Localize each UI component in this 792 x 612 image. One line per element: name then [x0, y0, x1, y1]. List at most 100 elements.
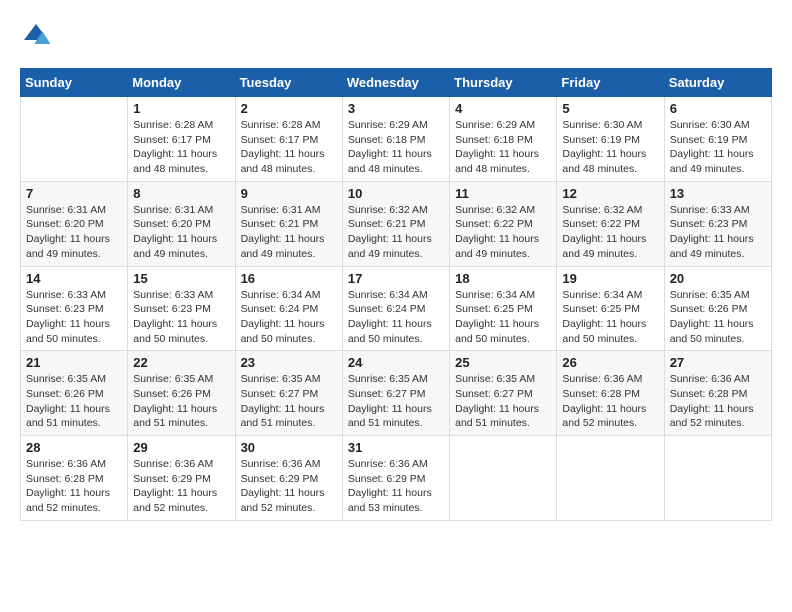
day-number: 23	[241, 355, 337, 370]
day-number: 2	[241, 101, 337, 116]
day-number: 16	[241, 271, 337, 286]
calendar-cell: 26Sunrise: 6:36 AMSunset: 6:28 PMDayligh…	[557, 351, 664, 436]
calendar-cell: 20Sunrise: 6:35 AMSunset: 6:26 PMDayligh…	[664, 266, 771, 351]
day-number: 9	[241, 186, 337, 201]
calendar-cell: 27 Sunrise: 6:36 AMSunset: 6:28 PMDayligh…	[664, 351, 771, 436]
calendar-week-4: 21Sunrise: 6:35 AMSunset: 6:26 PMDayligh…	[21, 351, 772, 436]
day-info: Sunrise: 6:32 AMSunset: 6:22 PMDaylight:…	[562, 203, 658, 262]
col-header-saturday: Saturday	[664, 69, 771, 97]
day-number: 22	[133, 355, 229, 370]
day-number: 25	[455, 355, 551, 370]
calendar-cell: 7 Sunrise: 6:31 AMSunset: 6:20 PMDaylight…	[21, 181, 128, 266]
calendar-cell: 8 Sunrise: 6:31 AMSunset: 6:20 PMDaylight…	[128, 181, 235, 266]
calendar-cell: 2 Sunrise: 6:28 AMSunset: 6:17 PMDaylight…	[235, 97, 342, 182]
calendar-cell: 5 Sunrise: 6:30 AMSunset: 6:19 PMDaylight…	[557, 97, 664, 182]
col-header-wednesday: Wednesday	[342, 69, 449, 97]
calendar-cell: 30 Sunrise: 6:36 AMSunset: 6:29 PMDayligh…	[235, 436, 342, 521]
calendar-cell: 11Sunrise: 6:32 AMSunset: 6:22 PMDayligh…	[450, 181, 557, 266]
day-info: Sunrise: 6:30 AMSunset: 6:19 PMDaylight:…	[562, 118, 658, 177]
day-number: 27	[670, 355, 766, 370]
day-number: 4	[455, 101, 551, 116]
day-info: Sunrise: 6:29 AMSunset: 6:18 PMDaylight:…	[348, 118, 444, 177]
day-info: Sunrise: 6:36 AMSunset: 6:29 PMDaylight:…	[241, 457, 337, 516]
day-number: 12	[562, 186, 658, 201]
calendar-cell: 3 Sunrise: 6:29 AMSunset: 6:18 PMDaylight…	[342, 97, 449, 182]
day-info: Sunrise: 6:31 AMSunset: 6:20 PMDaylight:…	[26, 203, 122, 262]
day-info: Sunrise: 6:34 AMSunset: 6:25 PMDaylight:…	[562, 288, 658, 347]
page-header	[20, 20, 772, 52]
day-info: Sunrise: 6:35 AMSunset: 6:27 PMDaylight:…	[348, 372, 444, 431]
day-info: Sunrise: 6:28 AMSunset: 6:17 PMDaylight:…	[241, 118, 337, 177]
day-number: 31	[348, 440, 444, 455]
col-header-friday: Friday	[557, 69, 664, 97]
calendar-cell: 16 Sunrise: 6:34 AMSunset: 6:24 PMDayligh…	[235, 266, 342, 351]
calendar-cell: 18Sunrise: 6:34 AMSunset: 6:25 PMDayligh…	[450, 266, 557, 351]
day-number: 8	[133, 186, 229, 201]
calendar-cell: 25 Sunrise: 6:35 AMSunset: 6:27 PMDayligh…	[450, 351, 557, 436]
day-info: Sunrise: 6:36 AMSunset: 6:28 PMDaylight:…	[670, 372, 766, 431]
calendar-cell	[21, 97, 128, 182]
calendar-week-5: 28Sunrise: 6:36 AMSunset: 6:28 PMDayligh…	[21, 436, 772, 521]
day-info: Sunrise: 6:35 AMSunset: 6:26 PMDaylight:…	[133, 372, 229, 431]
calendar-cell: 31 Sunrise: 6:36 AMSunset: 6:29 PMDayligh…	[342, 436, 449, 521]
calendar-table: SundayMondayTuesdayWednesdayThursdayFrid…	[20, 68, 772, 521]
day-number: 18	[455, 271, 551, 286]
day-info: Sunrise: 6:33 AMSunset: 6:23 PMDaylight:…	[133, 288, 229, 347]
day-number: 17	[348, 271, 444, 286]
day-number: 14	[26, 271, 122, 286]
calendar-week-2: 7 Sunrise: 6:31 AMSunset: 6:20 PMDaylight…	[21, 181, 772, 266]
calendar-cell: 22 Sunrise: 6:35 AMSunset: 6:26 PMDayligh…	[128, 351, 235, 436]
calendar-cell: 13 Sunrise: 6:33 AMSunset: 6:23 PMDayligh…	[664, 181, 771, 266]
day-info: Sunrise: 6:32 AMSunset: 6:21 PMDaylight:…	[348, 203, 444, 262]
day-info: Sunrise: 6:30 AMSunset: 6:19 PMDaylight:…	[670, 118, 766, 177]
calendar-cell: 1 Sunrise: 6:28 AMSunset: 6:17 PMDaylight…	[128, 97, 235, 182]
day-number: 10	[348, 186, 444, 201]
day-number: 3	[348, 101, 444, 116]
day-info: Sunrise: 6:28 AMSunset: 6:17 PMDaylight:…	[133, 118, 229, 177]
day-number: 15	[133, 271, 229, 286]
calendar-cell: 9 Sunrise: 6:31 AMSunset: 6:21 PMDaylight…	[235, 181, 342, 266]
day-number: 26	[562, 355, 658, 370]
calendar-header-row: SundayMondayTuesdayWednesdayThursdayFrid…	[21, 69, 772, 97]
day-info: Sunrise: 6:31 AMSunset: 6:21 PMDaylight:…	[241, 203, 337, 262]
day-number: 29	[133, 440, 229, 455]
day-number: 19	[562, 271, 658, 286]
calendar-cell	[557, 436, 664, 521]
calendar-cell: 17 Sunrise: 6:34 AMSunset: 6:24 PMDayligh…	[342, 266, 449, 351]
calendar-week-3: 14 Sunrise: 6:33 AMSunset: 6:23 PMDayligh…	[21, 266, 772, 351]
day-number: 7	[26, 186, 122, 201]
day-info: Sunrise: 6:35 AMSunset: 6:26 PMDaylight:…	[26, 372, 122, 431]
day-info: Sunrise: 6:35 AMSunset: 6:27 PMDaylight:…	[455, 372, 551, 431]
day-number: 6	[670, 101, 766, 116]
day-info: Sunrise: 6:31 AMSunset: 6:20 PMDaylight:…	[133, 203, 229, 262]
day-info: Sunrise: 6:33 AMSunset: 6:23 PMDaylight:…	[670, 203, 766, 262]
day-info: Sunrise: 6:34 AMSunset: 6:24 PMDaylight:…	[348, 288, 444, 347]
logo-icon	[20, 20, 52, 52]
calendar-cell: 23 Sunrise: 6:35 AMSunset: 6:27 PMDayligh…	[235, 351, 342, 436]
day-number: 13	[670, 186, 766, 201]
day-info: Sunrise: 6:36 AMSunset: 6:29 PMDaylight:…	[348, 457, 444, 516]
calendar-cell: 24 Sunrise: 6:35 AMSunset: 6:27 PMDayligh…	[342, 351, 449, 436]
day-number: 30	[241, 440, 337, 455]
calendar-cell	[664, 436, 771, 521]
calendar-cell: 4 Sunrise: 6:29 AMSunset: 6:18 PMDaylight…	[450, 97, 557, 182]
day-info: Sunrise: 6:34 AMSunset: 6:24 PMDaylight:…	[241, 288, 337, 347]
calendar-cell: 29 Sunrise: 6:36 AMSunset: 6:29 PMDayligh…	[128, 436, 235, 521]
col-header-tuesday: Tuesday	[235, 69, 342, 97]
calendar-cell: 15 Sunrise: 6:33 AMSunset: 6:23 PMDayligh…	[128, 266, 235, 351]
day-info: Sunrise: 6:36 AMSunset: 6:29 PMDaylight:…	[133, 457, 229, 516]
calendar-cell	[450, 436, 557, 521]
day-number: 5	[562, 101, 658, 116]
calendar-cell: 19 Sunrise: 6:34 AMSunset: 6:25 PMDayligh…	[557, 266, 664, 351]
day-number: 24	[348, 355, 444, 370]
calendar-cell: 14Sunrise: 6:33 AMSunset: 6:23 PMDayligh…	[21, 266, 128, 351]
calendar-week-1: 1 Sunrise: 6:28 AMSunset: 6:17 PMDaylight…	[21, 97, 772, 182]
logo	[20, 20, 56, 52]
day-info: Sunrise: 6:29 AMSunset: 6:18 PMDaylight:…	[455, 118, 551, 177]
day-number: 28	[26, 440, 122, 455]
day-info: Sunrise: 6:35 AMSunset: 6:26 PMDaylight:…	[670, 288, 766, 347]
day-number: 1	[133, 101, 229, 116]
calendar-cell: 12 Sunrise: 6:32 AMSunset: 6:22 PMDayligh…	[557, 181, 664, 266]
day-info: Sunrise: 6:35 AMSunset: 6:27 PMDaylight:…	[241, 372, 337, 431]
col-header-thursday: Thursday	[450, 69, 557, 97]
